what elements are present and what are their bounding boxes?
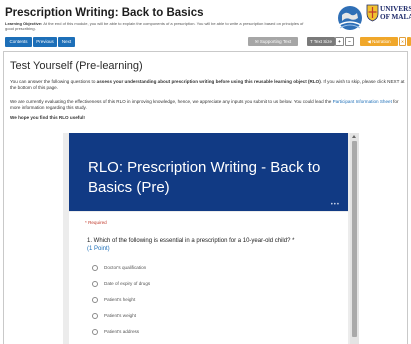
previous-button[interactable]: Previous: [33, 37, 57, 47]
content-panel: Test Yourself (Pre-learning) You can ans…: [3, 51, 408, 344]
page-title: Prescription Writing: Back to Basics: [5, 7, 204, 19]
study-paragraph: We are currently evaluating the effectiv…: [10, 99, 406, 111]
option-label: Date of expiry of drugs: [104, 281, 151, 286]
question-points: (1 Point): [87, 246, 110, 252]
objective-text: At the end of this module, you will be a…: [5, 21, 304, 31]
question-text: 1. Which of the following is essential i…: [87, 238, 295, 244]
section-heading: Test Yourself (Pre-learning): [10, 60, 143, 72]
participant-info-link[interactable]: Participant Information Sheet: [333, 99, 392, 104]
form-scrollbar[interactable]: [350, 133, 359, 344]
next-button[interactable]: Next: [58, 37, 75, 47]
radio-button[interactable]: [92, 297, 98, 303]
embedded-form[interactable]: RLO: Prescription Writing - Back to Basi…: [63, 133, 359, 344]
narration-close-button[interactable]: ✕: [399, 37, 406, 46]
radio-button[interactable]: [92, 281, 98, 287]
scroll-up-icon[interactable]: [352, 135, 356, 138]
radio-button[interactable]: [92, 313, 98, 319]
form-banner: RLO: Prescription Writing - Back to Basi…: [69, 133, 348, 211]
text-size-label: T Text Size: [307, 37, 335, 46]
intro-text-a: You can answer the following questions t…: [10, 79, 97, 84]
contents-button[interactable]: Contents: [5, 37, 32, 47]
option-label: Doctor's qualification: [104, 265, 147, 270]
intro-paragraph: You can answer the following questions t…: [10, 79, 406, 91]
radio-button[interactable]: [92, 329, 98, 335]
text-size-increase-button[interactable]: +: [335, 37, 344, 46]
narration-button[interactable]: ◀ Narration: [360, 37, 398, 46]
university-logo: UNIVERSITYOF MALAYA: [366, 2, 411, 34]
required-note: * Required: [85, 220, 107, 225]
university-name-line1: UNIVERSITY: [380, 5, 411, 13]
supporting-text-button[interactable]: ✉ Supporting Text: [248, 37, 298, 46]
scrollbar-thumb[interactable]: [352, 141, 357, 337]
more-options-icon[interactable]: •••: [331, 202, 340, 208]
intro-text-bold: assess your understanding about prescrip…: [96, 79, 321, 84]
question-1: 1. Which of the following is essential i…: [87, 237, 327, 253]
globe-logo-icon: [338, 6, 362, 30]
closing-line: We hope you find this RLO useful!: [10, 115, 85, 120]
radio-button[interactable]: [92, 265, 98, 271]
study-text-a: We are currently evaluating the effectiv…: [10, 99, 333, 104]
narration-extra-button[interactable]: [407, 37, 411, 46]
header-bar: Prescription Writing: Back to Basics Lea…: [0, 0, 411, 50]
option-label: Patient's address: [104, 329, 140, 334]
logos: UNIVERSITYOF MALAYA: [336, 2, 411, 34]
option-label: Patient's height: [104, 297, 136, 302]
crest-icon: [366, 4, 379, 22]
learning-objective: Learning Objective: At the end of this m…: [5, 21, 310, 31]
form-title: RLO: Prescription Writing - Back to Basi…: [88, 159, 321, 196]
university-name-line2: OF MALAYA: [380, 13, 411, 21]
option-label: Patient's weight: [104, 313, 137, 318]
text-size-decrease-button[interactable]: −: [345, 37, 354, 46]
form-card: * Required 1. Which of the following is …: [69, 212, 348, 344]
